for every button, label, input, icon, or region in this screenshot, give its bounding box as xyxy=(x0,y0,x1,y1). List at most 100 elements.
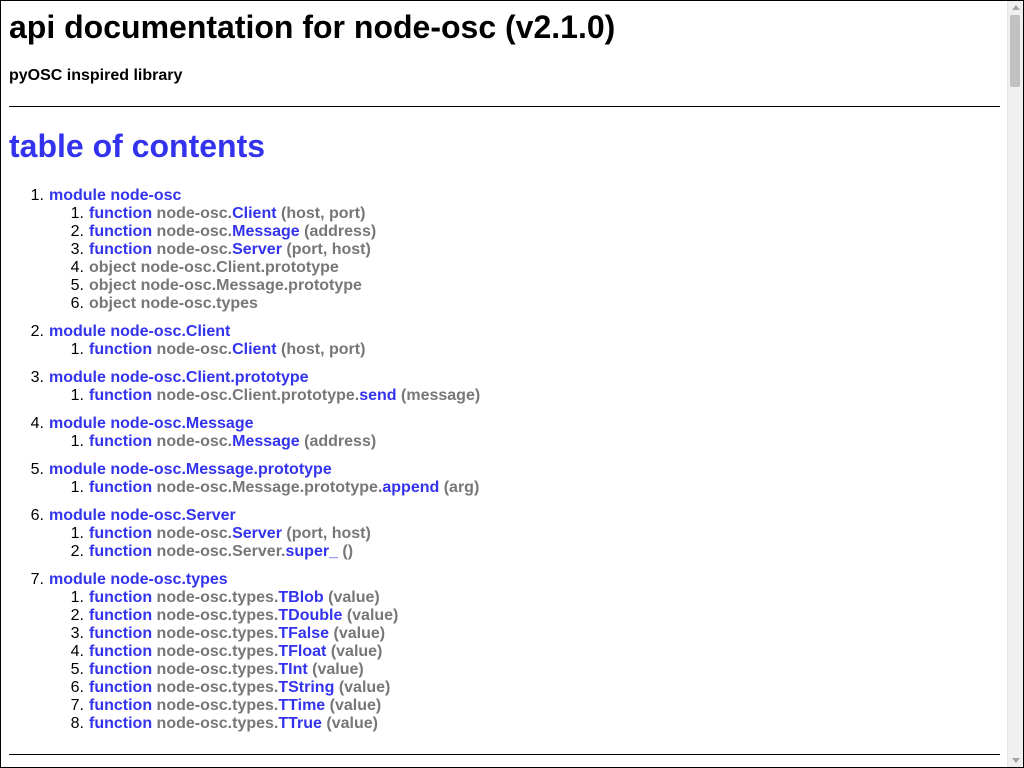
toc-module-line: 1. module node-osc xyxy=(9,187,1000,205)
item-namespace: node-osc. xyxy=(156,205,233,222)
function-keyword-link[interactable]: function xyxy=(89,241,152,258)
module-link[interactable]: module node-osc.Server xyxy=(49,507,236,524)
toc-module-line: 3. module node-osc.Client.prototype xyxy=(9,369,1000,387)
item-namespace: node-osc.types xyxy=(140,295,258,312)
object-keyword: object xyxy=(89,295,137,312)
toc-item: 3. function node-osc.Server (port, host) xyxy=(9,241,1000,259)
list-number: 1. xyxy=(70,589,84,606)
function-keyword-link[interactable]: function xyxy=(89,697,152,714)
toc-item: 1. function node-osc.Client (host, port) xyxy=(9,341,1000,359)
item-name-link[interactable]: Server xyxy=(232,241,282,258)
toc-module-line: 4. module node-osc.Message xyxy=(9,415,1000,433)
list-number: 1. xyxy=(30,187,44,204)
item-arguments: () xyxy=(342,543,354,560)
function-keyword-link[interactable]: function xyxy=(89,543,152,560)
item-namespace: node-osc.Server. xyxy=(156,543,286,560)
item-name-link[interactable]: TBlob xyxy=(278,589,323,606)
toc-module: 3. module node-osc.Client.prototype 1. func… xyxy=(9,369,1000,405)
function-keyword-link[interactable]: function xyxy=(89,433,152,450)
function-keyword-link[interactable]: function xyxy=(89,525,152,542)
toc-heading[interactable]: table of contents xyxy=(9,126,265,166)
item-name-link[interactable]: TDouble xyxy=(278,607,342,624)
item-arguments: (host, port) xyxy=(281,341,366,358)
item-name-link[interactable]: Message xyxy=(232,433,300,450)
item-namespace: node-osc. xyxy=(156,241,233,258)
toc-item-list: 1. function node-osc.Message (address) xyxy=(9,433,1000,451)
module-link[interactable]: module node-osc.Message.prototype xyxy=(49,461,332,478)
list-number: 1. xyxy=(70,387,84,404)
item-name-link[interactable]: TInt xyxy=(278,661,307,678)
table-of-contents: 1. module node-osc 1. function node-osc.Cli… xyxy=(9,187,1000,743)
function-keyword-link[interactable]: function xyxy=(89,661,152,678)
item-name-link[interactable]: Client xyxy=(232,341,276,358)
list-number: 6. xyxy=(70,679,84,696)
item-namespace: node-osc. xyxy=(156,223,233,240)
toc-item: 1. function node-osc.Message.prototype.ap… xyxy=(9,479,1000,497)
function-keyword-link[interactable]: function xyxy=(89,625,152,642)
list-number: 2. xyxy=(70,607,84,624)
toc-item: 6. function node-osc.types.TString (value… xyxy=(9,679,1000,697)
toc-item: 6. object node-osc.types xyxy=(9,295,1000,313)
module-link[interactable]: module node-osc.Message xyxy=(49,415,254,432)
toc-item: 2. function node-osc.types.TDouble (value… xyxy=(9,607,1000,625)
item-name-link[interactable]: TString xyxy=(278,679,334,696)
toc-item: 4. function node-osc.types.TFloat (value) xyxy=(9,643,1000,661)
function-keyword-link[interactable]: function xyxy=(89,643,152,660)
page-subtitle: pyOSC inspired library xyxy=(9,67,183,84)
list-number: 4. xyxy=(70,643,84,660)
function-keyword-link[interactable]: function xyxy=(89,387,152,404)
item-arguments: (port, host) xyxy=(286,241,371,258)
toc-item-list: 1. function node-osc.types.TBlob (value) 2… xyxy=(9,589,1000,733)
item-namespace: node-osc. xyxy=(156,341,233,358)
function-keyword-link[interactable]: function xyxy=(89,341,152,358)
module-link[interactable]: module node-osc.Client.prototype xyxy=(49,369,309,386)
item-name-link[interactable]: Message xyxy=(232,223,300,240)
toc-item: 1. function node-osc.Client (host, port) xyxy=(9,205,1000,223)
item-namespace: node-osc.Client.prototype xyxy=(140,259,339,276)
item-namespace: node-osc.types. xyxy=(156,625,279,642)
scroll-thumb[interactable] xyxy=(1010,15,1020,87)
scroll-up-arrow-icon[interactable] xyxy=(1012,5,1020,10)
function-keyword-link[interactable]: function xyxy=(89,679,152,696)
toc-item-list: 1. function node-osc.Server (port, host) 2… xyxy=(9,525,1000,561)
item-namespace: node-osc.Message.prototype. xyxy=(156,479,383,496)
item-name-link[interactable]: TFloat xyxy=(278,643,326,660)
item-namespace: node-osc. xyxy=(156,433,233,450)
scroll-down-arrow-icon[interactable] xyxy=(1012,758,1020,763)
toc-module: 1. module node-osc 1. function node-osc.Cli… xyxy=(9,187,1000,313)
toc-module: 5. module node-osc.Message.prototype 1. fun… xyxy=(9,461,1000,497)
item-namespace: node-osc.types. xyxy=(156,607,279,624)
function-keyword-link[interactable]: function xyxy=(89,205,152,222)
item-arguments: (value) xyxy=(338,679,391,696)
toc-item-list: 1. function node-osc.Client.prototype.sen… xyxy=(9,387,1000,405)
item-name-link[interactable]: send xyxy=(359,387,396,404)
toc-item-list: 1. function node-osc.Message.prototype.ap… xyxy=(9,479,1000,497)
list-number: 7. xyxy=(30,571,44,588)
module-link[interactable]: module node-osc.types xyxy=(49,571,228,588)
item-name-link[interactable]: Client xyxy=(232,205,276,222)
item-namespace: node-osc. xyxy=(156,525,233,542)
toc-item: 5. object node-osc.Message.prototype xyxy=(9,277,1000,295)
item-name-link[interactable]: TTime xyxy=(278,697,325,714)
item-arguments: (port, host) xyxy=(286,525,371,542)
item-name-link[interactable]: append xyxy=(382,479,439,496)
toc-item: 8. function node-osc.types.TTrue (value) xyxy=(9,715,1000,733)
item-name-link[interactable]: TFalse xyxy=(278,625,329,642)
module-link[interactable]: module node-osc.Client xyxy=(49,323,230,340)
function-keyword-link[interactable]: function xyxy=(89,223,152,240)
item-name-link[interactable]: Server xyxy=(232,525,282,542)
item-name-link[interactable]: TTrue xyxy=(278,715,322,732)
vertical-scrollbar[interactable] xyxy=(1007,1,1023,767)
page-title: api documentation for node-osc (v2.1.0) xyxy=(9,9,616,45)
item-arguments: (arg) xyxy=(443,479,480,496)
toc-module-line: 2. module node-osc.Client xyxy=(9,323,1000,341)
item-name-link[interactable]: super_ xyxy=(286,543,338,560)
function-keyword-link[interactable]: function xyxy=(89,589,152,606)
item-arguments: (value) xyxy=(326,715,378,732)
toc-module-line: 5. module node-osc.Message.prototype xyxy=(9,461,1000,479)
module-link[interactable]: module node-osc xyxy=(49,187,181,204)
function-keyword-link[interactable]: function xyxy=(89,607,152,624)
function-keyword-link[interactable]: function xyxy=(89,715,152,732)
function-keyword-link[interactable]: function xyxy=(89,479,152,496)
item-arguments: (value) xyxy=(328,589,380,606)
